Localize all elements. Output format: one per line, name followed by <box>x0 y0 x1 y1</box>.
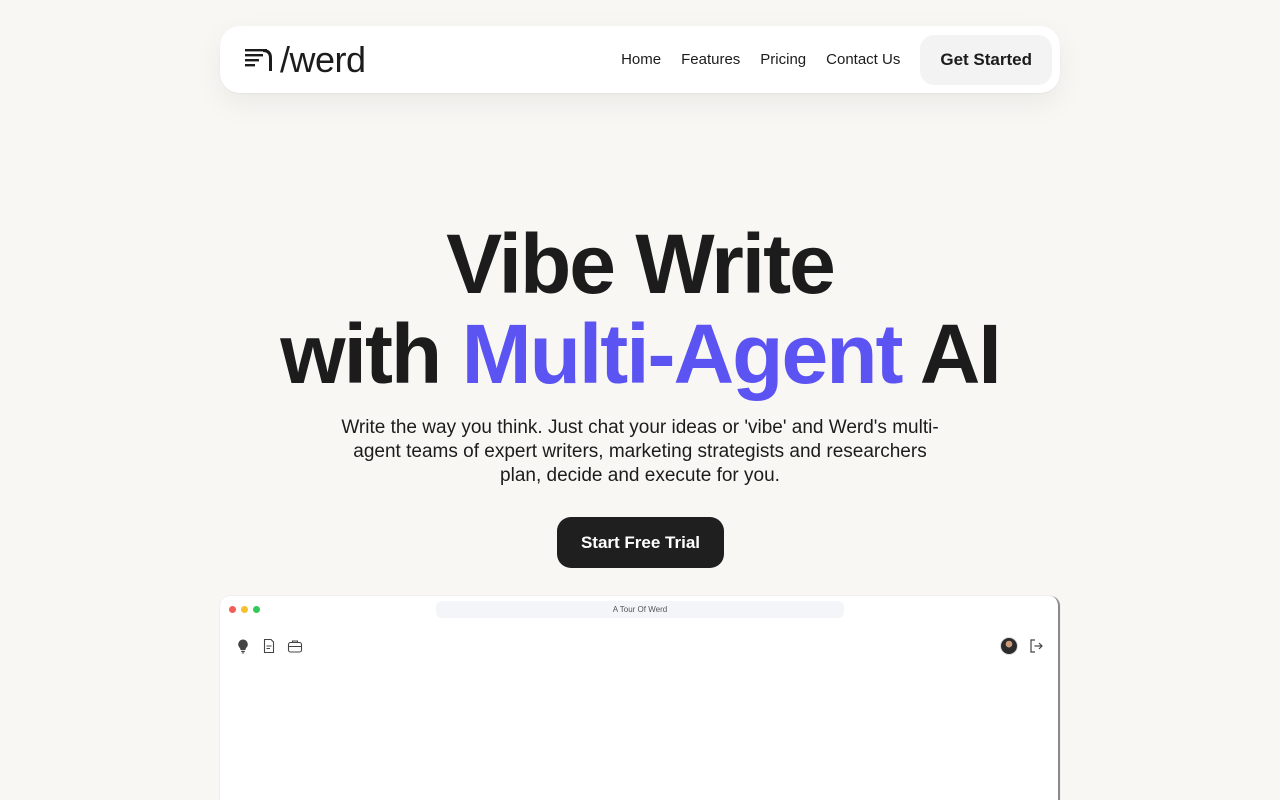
landing-page: /werd Home Features Pricing Contact Us G… <box>0 0 1280 800</box>
document-icon[interactable] <box>261 638 277 654</box>
window-controls <box>229 606 260 613</box>
nav-links: Home Features Pricing Contact Us <box>621 51 900 68</box>
hero-title-prefix: with <box>280 307 442 401</box>
hero-title-line-1: Vibe Write <box>446 217 836 311</box>
app-preview-window: A Tour Of Werd <box>220 596 1060 800</box>
get-started-button[interactable]: Get Started <box>920 34 1052 85</box>
top-navbar: /werd Home Features Pricing Contact Us G… <box>220 26 1060 93</box>
hero-title-suffix: AI <box>919 307 1002 401</box>
hero-title-accent: Multi-Agent <box>461 307 904 401</box>
start-free-trial-button[interactable]: Start Free Trial <box>557 517 724 568</box>
briefcase-icon[interactable] <box>287 638 303 654</box>
preview-toolbar-left <box>235 638 303 654</box>
nav-link-features[interactable]: Features <box>681 51 740 68</box>
window-titlebar: A Tour Of Werd <box>220 596 1058 624</box>
preview-toolbar-right <box>1000 637 1044 655</box>
nav-link-pricing[interactable]: Pricing <box>760 51 806 68</box>
lightbulb-icon[interactable] <box>235 638 251 654</box>
brand-name: /werd <box>280 38 366 80</box>
nav-link-contact-us[interactable]: Contact Us <box>826 51 900 68</box>
logout-icon[interactable] <box>1028 638 1044 654</box>
nav-link-home[interactable]: Home <box>621 51 661 68</box>
logo-icon <box>245 48 272 71</box>
brand-logo[interactable]: /werd <box>244 38 366 80</box>
minimize-dot-icon <box>241 606 248 613</box>
hero-title-line-2: with Multi-Agent AI <box>0 308 1280 400</box>
hero-heading: Vibe Write with Multi-Agent AI <box>0 220 1280 400</box>
window-title: A Tour Of Werd <box>436 601 844 618</box>
avatar[interactable] <box>1000 637 1018 655</box>
maximize-dot-icon <box>253 606 260 613</box>
close-dot-icon <box>229 606 236 613</box>
hero-subtitle: Write the way you think. Just chat your … <box>341 417 939 486</box>
